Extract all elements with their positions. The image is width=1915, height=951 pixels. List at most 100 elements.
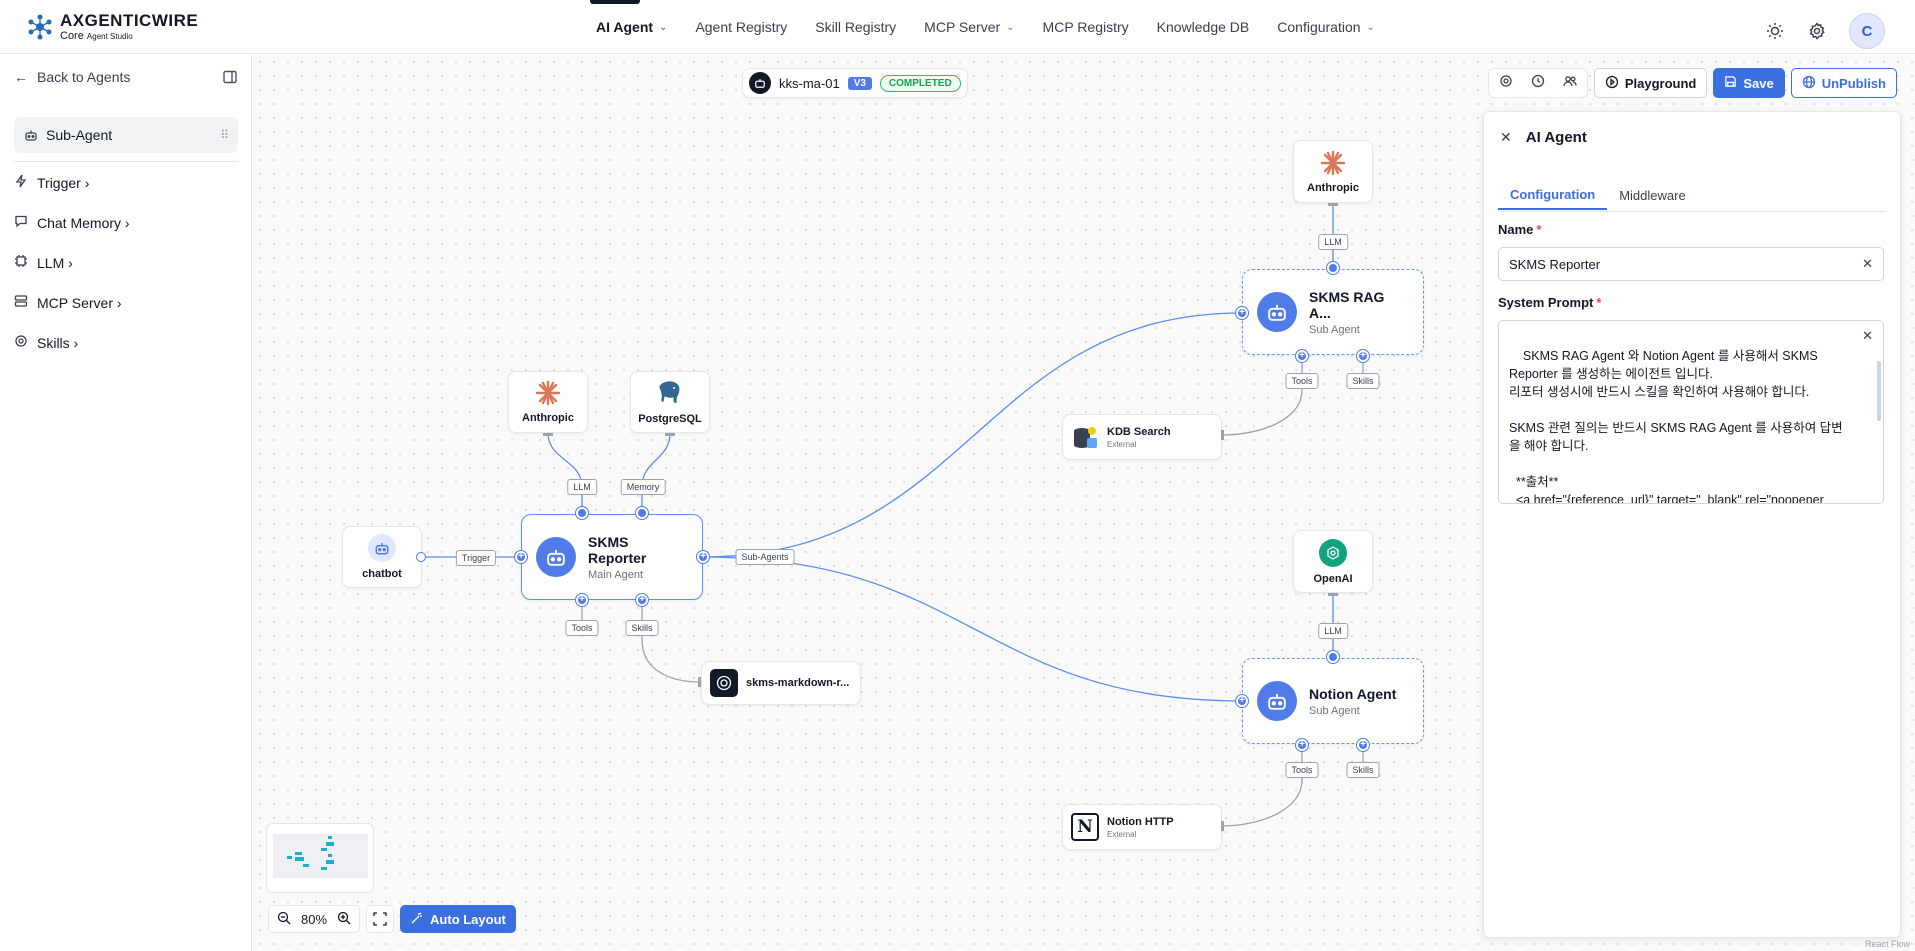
- playground-button[interactable]: Playground: [1593, 68, 1708, 98]
- llm-node-openai-notion[interactable]: OpenAI: [1293, 530, 1373, 593]
- sidebar-item-label: Trigger ›: [37, 174, 90, 191]
- close-icon[interactable]: ✕: [1500, 129, 1512, 146]
- logo-title: AXGENTICWIRE: [60, 11, 199, 30]
- workflow-header: kks-ma-01 V3 COMPLETED: [742, 68, 968, 98]
- status-badge: COMPLETED: [879, 74, 961, 92]
- nav-knowledge-db[interactable]: Knowledge DB: [1143, 0, 1264, 54]
- notion-agent-input-handle[interactable]: [1236, 695, 1248, 707]
- prompt-scrollbar[interactable]: [1877, 361, 1881, 421]
- sidebar-item-chat-memory[interactable]: Chat Memory ›: [14, 214, 130, 231]
- notion-agent-node[interactable]: Notion Agent Sub Agent: [1242, 658, 1424, 744]
- system-prompt-field[interactable]: SKMS RAG Agent 와 Notion Agent 를 사용해서 SKM…: [1498, 320, 1884, 504]
- sidebar-item-trigger[interactable]: Trigger ›: [14, 174, 89, 191]
- panel-title: AI Agent: [1525, 129, 1587, 146]
- sidebar-item-skills[interactable]: Skills ›: [14, 334, 78, 351]
- theme-toggle-sun-icon[interactable]: [1765, 21, 1785, 41]
- edge-label-tools: Tools: [1285, 762, 1319, 778]
- nav-mcp-server[interactable]: MCP Server ⌄: [910, 0, 1028, 54]
- main-agent-llm-handle[interactable]: [576, 507, 588, 519]
- toolbar-icon-group: [1487, 68, 1588, 98]
- name-value: SKMS Reporter: [1509, 256, 1601, 272]
- sidebar-item-mcp-server[interactable]: MCP Server ›: [14, 294, 122, 311]
- users-icon[interactable]: [1563, 74, 1577, 93]
- tab-middleware[interactable]: Middleware: [1607, 180, 1697, 210]
- unpublish-button[interactable]: UnPublish: [1790, 68, 1897, 98]
- zoom-in-icon[interactable]: [337, 911, 351, 928]
- gear-icon: [14, 334, 28, 351]
- notion-icon: N: [1071, 813, 1099, 841]
- main-agent-memory-handle[interactable]: [636, 507, 648, 519]
- memory-node-postgresql[interactable]: PostgreSQL: [630, 371, 710, 433]
- wand-icon: [410, 911, 424, 928]
- back-to-agents-link[interactable]: ← Back to Agents: [14, 69, 130, 85]
- main-agent-skills-handle[interactable]: [636, 594, 648, 606]
- main-agent-tools-handle[interactable]: [576, 594, 588, 606]
- nav-skill-registry[interactable]: Skill Registry: [801, 0, 910, 54]
- skill-node[interactable]: skms-markdown-r...: [701, 661, 861, 705]
- robot-icon: [25, 130, 37, 141]
- sidebar-item-label: MCP Server ›: [37, 294, 122, 311]
- nav-configuration[interactable]: Configuration ⌄: [1263, 0, 1389, 54]
- clear-name-icon[interactable]: ✕: [1862, 256, 1873, 272]
- zoom-out-icon[interactable]: [277, 911, 291, 928]
- robot-icon: [749, 72, 771, 94]
- robot-icon: [1257, 292, 1297, 332]
- edge-label-tools: Tools: [1285, 373, 1319, 389]
- save-button[interactable]: Save: [1713, 68, 1785, 98]
- sidebar-collapse-icon[interactable]: [223, 70, 237, 89]
- app-logo[interactable]: AXGENTICWIRE Core Agent Studio: [26, 12, 198, 42]
- fit-view-icon[interactable]: [366, 905, 395, 933]
- notion-agent-skills-handle[interactable]: [1357, 739, 1369, 751]
- handle-bottom: [1328, 203, 1338, 206]
- nav-agent-registry[interactable]: Agent Registry: [681, 0, 801, 54]
- trigger-node-chatbot[interactable]: chatbot: [342, 526, 422, 588]
- main-nav: AI Agent ⌄ Agent Registry Skill Registry …: [582, 0, 1389, 54]
- minimap[interactable]: [266, 823, 374, 893]
- handle-right: [1221, 821, 1224, 831]
- sidebar-item-label: LLM ›: [37, 254, 73, 271]
- notion-agent-llm-handle[interactable]: [1327, 651, 1339, 663]
- workflow-name: kks-ma-01: [779, 75, 840, 91]
- handle-right: [1221, 430, 1224, 440]
- chat-icon: [14, 214, 28, 231]
- react-flow-attribution[interactable]: React Flow: [1865, 939, 1910, 949]
- llm-node-anthropic-main[interactable]: Anthropic: [508, 371, 588, 433]
- sidebar-item-llm[interactable]: LLM ›: [14, 254, 73, 271]
- llm-node-anthropic-rag[interactable]: Anthropic: [1293, 140, 1373, 203]
- edge-label-skills: Skills: [1346, 762, 1380, 778]
- sidebar-divider: [14, 161, 238, 162]
- notion-http-tool-node[interactable]: N Notion HTTP External: [1062, 804, 1222, 850]
- drag-handle-icon[interactable]: ⠿: [220, 128, 229, 142]
- nav-ai-agent[interactable]: AI Agent ⌄: [582, 0, 681, 54]
- auto-layout-button[interactable]: Auto Layout: [400, 905, 516, 933]
- agent-type: Sub Agent: [1309, 704, 1360, 717]
- main-agent-node[interactable]: SKMS Reporter Main Agent: [521, 514, 703, 600]
- robot-icon: [1257, 681, 1297, 721]
- notion-agent-tools-handle[interactable]: [1296, 739, 1308, 751]
- settings-icon[interactable]: [1499, 74, 1513, 93]
- rag-agent-skills-handle[interactable]: [1357, 350, 1369, 362]
- settings-gear-icon[interactable]: [1807, 21, 1827, 41]
- trigger-output-handle[interactable]: [416, 552, 426, 562]
- name-field[interactable]: SKMS Reporter ✕: [1498, 247, 1884, 281]
- clear-prompt-icon[interactable]: ✕: [1862, 327, 1873, 345]
- kdb-search-tool-node[interactable]: KDB Search External: [1062, 414, 1222, 460]
- history-clock-icon[interactable]: [1531, 74, 1545, 93]
- chevron-down-icon: ⌄: [659, 21, 668, 33]
- chevron-down-icon: ⌄: [1366, 21, 1375, 33]
- main-agent-subagents-handle[interactable]: [697, 551, 709, 563]
- robot-icon: [536, 537, 576, 577]
- nav-mcp-registry[interactable]: MCP Registry: [1029, 0, 1143, 54]
- node-label: OpenAI: [1313, 572, 1353, 585]
- rag-agent-node[interactable]: SKMS RAG A... Sub Agent: [1242, 269, 1424, 355]
- chatbot-icon: [368, 534, 396, 562]
- sidebar-item-label: Skills ›: [37, 334, 79, 351]
- main-agent-trigger-handle[interactable]: [515, 551, 527, 563]
- tab-configuration[interactable]: Configuration: [1498, 180, 1608, 210]
- sidebar-item-sub-agent[interactable]: Sub-Agent ⠿: [14, 117, 238, 153]
- rag-agent-input-handle[interactable]: [1236, 307, 1248, 319]
- rag-agent-llm-handle[interactable]: [1327, 262, 1339, 274]
- user-avatar[interactable]: C: [1849, 13, 1885, 49]
- rag-agent-tools-handle[interactable]: [1296, 350, 1308, 362]
- node-label: KDB Search: [1107, 425, 1171, 438]
